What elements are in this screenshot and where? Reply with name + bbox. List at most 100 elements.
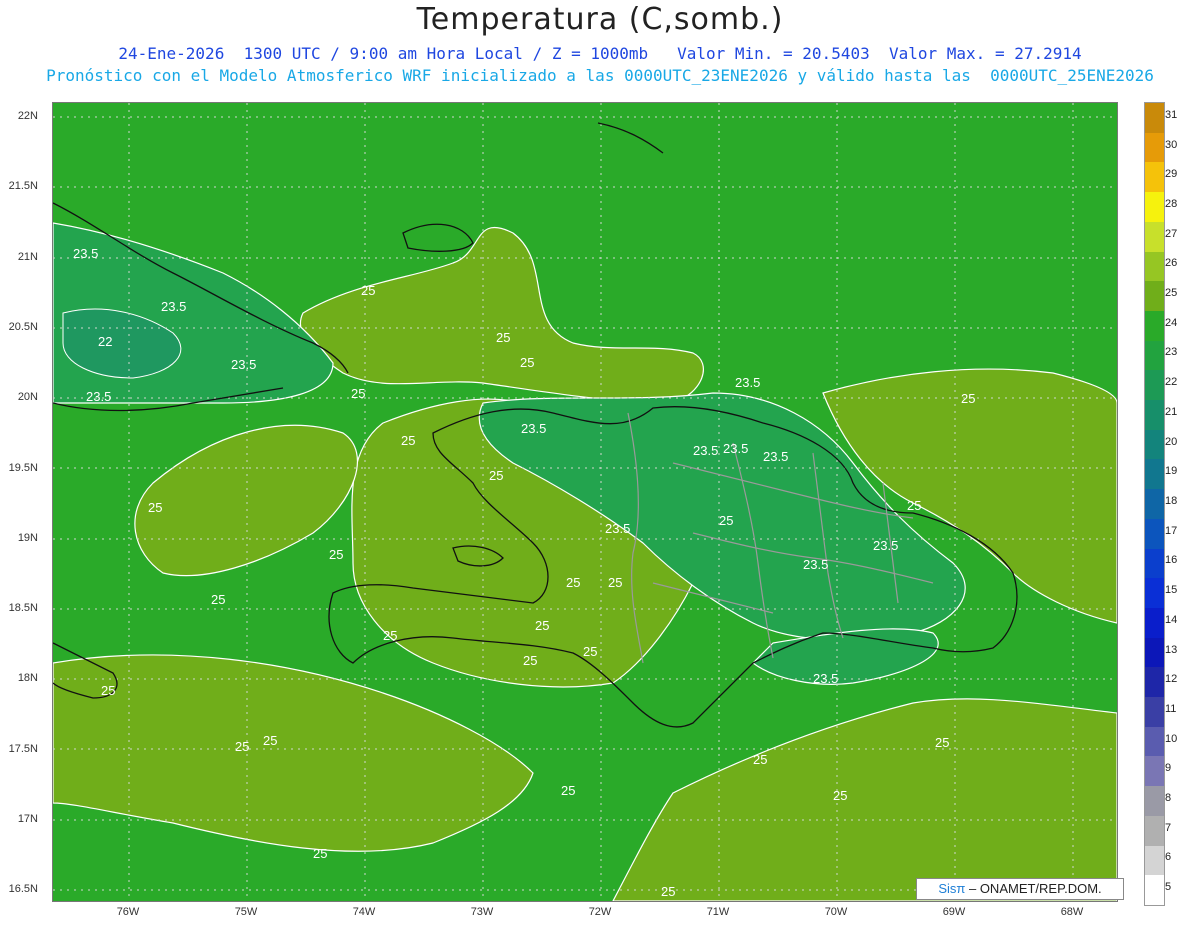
contour-label: 23.5 [161, 299, 186, 314]
contour-label: 23.5 [803, 557, 828, 572]
contour-label: 25 [489, 468, 503, 483]
colorbar-label: 19 [1165, 465, 1178, 478]
colorbar-segment [1145, 370, 1164, 401]
colorbar-label: 31 [1165, 108, 1178, 121]
lat-tick: 20.5N [8, 321, 38, 333]
lat-tick: 19.5N [8, 462, 38, 474]
contour-label: 25 [608, 575, 622, 590]
map-canvas: 23.5 23.5 22 23.5 23.5 25 25 25 25 25 23… [53, 103, 1117, 901]
lon-tick: 71W [706, 906, 730, 918]
colorbar-segment [1145, 400, 1164, 431]
colorbar-segment [1145, 845, 1164, 876]
colorbar-segment [1145, 667, 1164, 698]
colorbar-segment [1145, 489, 1164, 520]
colorbar-segment [1145, 310, 1164, 342]
colorbar-label: 23 [1165, 346, 1178, 359]
colorbar-label: 18 [1165, 495, 1178, 507]
colorbar-label: 10 [1165, 732, 1178, 745]
lat-tick: 17.5N [8, 743, 38, 755]
colorbar-label: 6 [1165, 851, 1172, 864]
contour-label: 23.5 [86, 389, 111, 404]
contour-label: 25 [719, 513, 733, 528]
colorbar-label: 15 [1165, 584, 1178, 597]
sispi-logo-text: Sisπ [938, 881, 966, 896]
contour-label: 25 [753, 752, 767, 767]
colorbar-segment [1145, 429, 1164, 460]
contour-label: 23.5 [231, 357, 256, 372]
colorbar-label: 26 [1165, 257, 1178, 270]
chart-title: Temperatura (C,somb.) [416, 2, 784, 37]
colorbar-segment [1145, 697, 1164, 728]
subtitle-model-info: Pronóstico con el Modelo Atmosferico WRF… [46, 66, 1154, 85]
contour-label: 23.5 [813, 671, 838, 686]
contour-label: 23.5 [735, 375, 760, 390]
contour-label: 25 [661, 884, 675, 899]
subtitle-valid-time: 24-Ene-2026 1300 UTC / 9:00 am Hora Loca… [118, 44, 1082, 63]
colorbar-segment [1145, 815, 1164, 847]
zone-25-southeast [612, 698, 1117, 901]
lon-tick: 69W [942, 906, 966, 918]
colorbar-segment [1145, 162, 1164, 193]
colorbar-label: 21 [1165, 405, 1178, 418]
lat-tick: 17N [17, 813, 38, 825]
contour-label: 25 [520, 355, 534, 370]
lat-tick: 21N [17, 251, 38, 263]
colorbar-segment [1145, 459, 1164, 490]
lon-tick: 76W [116, 906, 140, 918]
contour-label: 25 [211, 592, 225, 607]
contour-label: 25 [148, 500, 162, 515]
lat-tick: 19N [17, 532, 38, 544]
zone-25-south-caribbean [53, 654, 534, 852]
contour-label: 25 [361, 283, 375, 298]
contour-label: 23.5 [521, 421, 546, 436]
zone-25-bahamas [299, 226, 704, 404]
colorbar-label: 14 [1165, 613, 1178, 626]
contour-label: 23.5 [763, 449, 788, 464]
contour-label: 25 [535, 618, 549, 633]
lon-tick: 74W [352, 906, 376, 918]
colorbar-segment [1145, 548, 1164, 579]
colorbar-label: 25 [1165, 287, 1178, 300]
colorbar-label: 16 [1165, 554, 1178, 567]
contour-label: 23.5 [73, 246, 98, 261]
contour-label: 25 [329, 547, 343, 562]
colorbar-segment [1145, 607, 1164, 639]
colorbar-segment [1145, 103, 1164, 134]
contour-label: 25 [961, 391, 975, 406]
lon-tick: 72W [588, 906, 612, 918]
colorbar-label: 7 [1165, 821, 1172, 834]
colorbar-segment [1145, 192, 1164, 223]
contour-label: 25 [401, 433, 415, 448]
lon-tick: 70W [824, 906, 848, 918]
contour-label: 25 [583, 644, 597, 659]
colorbar-label: 17 [1165, 524, 1178, 537]
colorbar-label: 29 [1165, 168, 1178, 181]
lon-tick: 75W [234, 906, 258, 918]
credit-text: – ONAMET/REP.DOM. [965, 881, 1102, 896]
colorbar-label: 20 [1165, 435, 1178, 448]
contour-label: 25 [523, 653, 537, 668]
colorbar-label: 27 [1165, 227, 1178, 240]
colorbar-label: 5 [1165, 881, 1172, 894]
colorbar-segment [1145, 637, 1164, 668]
colorbar-label: 30 [1165, 138, 1178, 151]
colorbar-label: 13 [1165, 643, 1178, 656]
coast-caicos [597, 122, 664, 154]
colorbar [1144, 102, 1165, 906]
contour-label: 23.5 [605, 521, 630, 536]
contour-label: 25 [561, 783, 575, 798]
colorbar-segment [1145, 786, 1164, 817]
colorbar-label: 12 [1165, 673, 1178, 686]
contour-label: 25 [935, 735, 949, 750]
colorbar-segment [1145, 578, 1164, 609]
contour-label: 25 [263, 733, 277, 748]
contour-label: 25 [566, 575, 580, 590]
lat-tick: 18.5N [8, 602, 38, 614]
lat-tick: 22N [17, 110, 38, 122]
contour-label: 25 [907, 498, 921, 513]
zone-23-south-offshore [752, 628, 939, 685]
colorbar-label: 11 [1165, 702, 1177, 715]
temperature-map: 23.5 23.5 22 23.5 23.5 25 25 25 25 25 23… [52, 102, 1118, 902]
lat-tick: 20N [17, 391, 38, 403]
contour-label: 22 [98, 334, 112, 349]
